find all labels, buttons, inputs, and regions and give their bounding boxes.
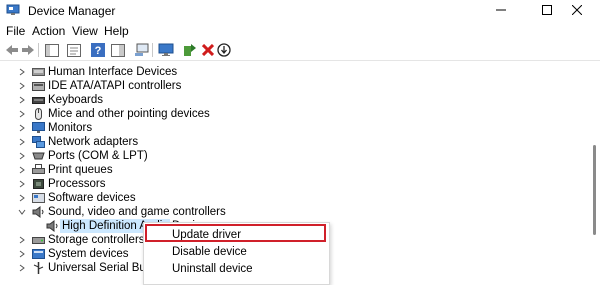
toolbar-separator — [152, 43, 153, 57]
tree-item-software-devices[interactable]: Software devices — [0, 191, 590, 205]
tree-item-mice[interactable]: Mice and other pointing devices — [0, 107, 590, 121]
context-menu-label: Uninstall device — [172, 263, 253, 275]
menu-help[interactable]: Help — [104, 24, 129, 38]
minimize-button[interactable] — [478, 0, 524, 22]
tree-item-label: IDE ATA/ATAPI controllers — [48, 80, 182, 92]
tree-item-human-interface-devices[interactable]: Human Interface Devices — [0, 65, 590, 79]
menu-view[interactable]: View — [72, 24, 98, 38]
tree-item-label: Processors — [48, 178, 106, 190]
tree-item-label: Ports (COM & LPT) — [48, 150, 148, 162]
chevron-right-icon[interactable] — [17, 192, 27, 204]
maximize-icon — [542, 4, 552, 18]
tree-item-label: Keyboards — [48, 94, 103, 106]
minimize-icon — [496, 4, 506, 18]
close-button[interactable] — [554, 0, 600, 22]
mouse-icon — [32, 108, 45, 120]
tree-item-ide-controllers[interactable]: IDE ATA/ATAPI controllers — [0, 79, 590, 93]
tree-item-sound-video-game[interactable]: Sound, video and game controllers — [0, 205, 590, 219]
help-icon[interactable]: ? — [90, 42, 106, 58]
update-driver-highlight-box — [145, 224, 326, 242]
chevron-right-icon[interactable] — [17, 262, 27, 274]
toolbar: ? — [0, 40, 600, 61]
show-hide-console-tree-icon[interactable] — [44, 42, 60, 58]
chevron-right-icon[interactable] — [17, 108, 27, 120]
tree-item-processors[interactable]: Processors — [0, 177, 590, 191]
tree-item-print-queues[interactable]: Print queues — [0, 163, 590, 177]
toolbar-separator — [38, 43, 39, 57]
tree-item-label: Software devices — [48, 192, 136, 204]
chevron-right-icon[interactable] — [17, 80, 27, 92]
chevron-right-icon[interactable] — [17, 178, 27, 190]
tree-item-label: Print queues — [48, 164, 113, 176]
chevron-right-icon[interactable] — [17, 136, 27, 148]
svg-text:?: ? — [95, 45, 102, 57]
action-pane-icon[interactable] — [110, 42, 126, 58]
title-bar: Device Manager — [0, 0, 600, 22]
tree-item-network-adapters[interactable]: Network adapters — [0, 135, 590, 149]
monitor-icon[interactable] — [158, 42, 174, 58]
audio-device-icon — [46, 220, 59, 232]
monitor-icon — [32, 122, 45, 134]
context-menu-uninstall-device[interactable]: Uninstall device — [144, 261, 329, 279]
close-icon — [571, 4, 583, 18]
device-manager-icon — [6, 4, 20, 16]
ports-icon — [32, 150, 45, 162]
network-icon — [32, 136, 45, 148]
tree-item-monitors[interactable]: Monitors — [0, 121, 590, 135]
update-driver-icon[interactable] — [182, 42, 198, 58]
ide-icon — [32, 80, 45, 92]
tree-item-ports[interactable]: Ports (COM & LPT) — [0, 149, 590, 163]
tree-item-label: Mice and other pointing devices — [48, 108, 210, 120]
chevron-right-icon[interactable] — [17, 234, 27, 246]
chevron-right-icon[interactable] — [17, 164, 27, 176]
vertical-scrollbar[interactable] — [593, 145, 596, 235]
forward-arrow-icon[interactable] — [20, 42, 36, 58]
tree-item-label: Human Interface Devices — [48, 66, 178, 78]
back-arrow-icon[interactable] — [4, 42, 20, 58]
chevron-right-icon[interactable] — [17, 66, 27, 78]
tree-item-label: Monitors — [48, 122, 93, 134]
properties-icon[interactable] — [66, 42, 82, 58]
tree-item-label: Sound, video and game controllers — [48, 206, 226, 218]
chevron-right-icon[interactable] — [17, 248, 27, 260]
tree-item-label: System devices — [48, 248, 129, 260]
printer-icon — [32, 164, 45, 176]
system-icon — [32, 248, 45, 260]
chevron-down-icon[interactable] — [17, 206, 27, 218]
window-title: Device Manager — [28, 4, 116, 18]
menu-file[interactable]: File — [6, 24, 25, 38]
menu-bar: File Action View Help — [0, 22, 600, 40]
software-icon — [32, 192, 45, 204]
context-menu-disable-device[interactable]: Disable device — [144, 244, 329, 262]
tree-item-label: Network adapters — [48, 136, 139, 148]
chevron-right-icon[interactable] — [17, 94, 27, 106]
tree-item-keyboards[interactable]: Keyboards — [0, 93, 590, 107]
hid-icon — [32, 66, 45, 78]
chevron-right-icon[interactable] — [17, 150, 27, 162]
menu-action[interactable]: Action — [32, 24, 65, 38]
context-menu-label: Disable device — [172, 246, 247, 258]
chevron-right-icon[interactable] — [17, 122, 27, 134]
speaker-icon — [32, 206, 45, 218]
scan-hardware-icon[interactable] — [134, 42, 150, 58]
keyboard-icon — [32, 94, 45, 106]
storage-icon — [32, 234, 45, 246]
processor-icon — [32, 178, 45, 190]
disable-icon[interactable] — [216, 42, 232, 58]
tree-item-label: Storage controllers — [48, 234, 145, 246]
usb-icon — [32, 262, 45, 274]
uninstall-icon[interactable] — [200, 42, 216, 58]
